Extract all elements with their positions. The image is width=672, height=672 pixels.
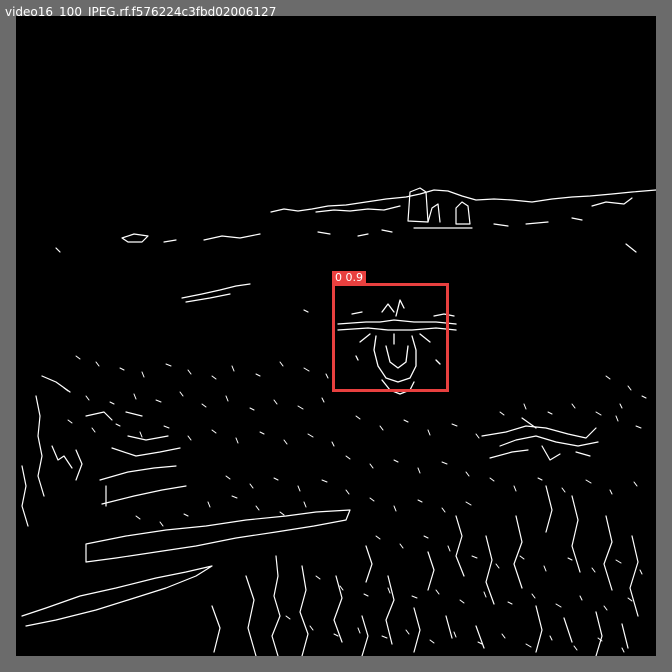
edge-image: 0 0.9 [16, 16, 656, 656]
detection-bounding-box [332, 283, 449, 392]
detection-label: 0 0.9 [332, 271, 366, 284]
